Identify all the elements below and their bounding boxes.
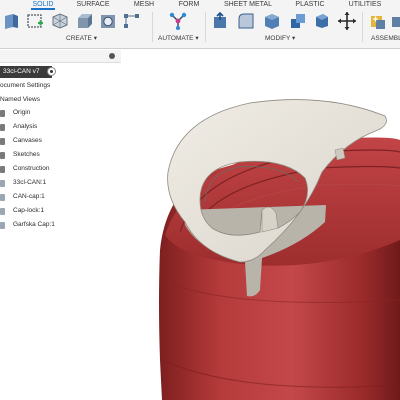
toolbar-separator: [152, 12, 153, 42]
ribbon-toolbar: SOLID SURFACE MESH FORM SHEET METAL PLAS…: [0, 0, 400, 49]
tree-item-sketches[interactable]: Sketches: [13, 150, 40, 160]
shell-icon[interactable]: [262, 11, 282, 31]
3d-viewport[interactable]: [125, 50, 400, 400]
root-component[interactable]: 33cl-CAN v7: [0, 66, 52, 78]
pattern-icon[interactable]: [122, 11, 142, 31]
create-form-icon[interactable]: [50, 11, 70, 31]
component-icon: [0, 208, 5, 215]
modify-group-label[interactable]: MODIFY ▾: [265, 34, 295, 43]
tree-item-origin[interactable]: Origin: [13, 108, 30, 118]
browser-pin-icon[interactable]: [109, 53, 115, 59]
assemble-group-label[interactable]: ASSEMBL: [371, 34, 400, 43]
new-component-assemble-icon[interactable]: [368, 11, 388, 31]
hole-icon[interactable]: [98, 11, 118, 31]
tree-item-can-cap[interactable]: CAN-cap:1: [13, 192, 45, 202]
joint-icon[interactable]: [392, 11, 400, 31]
component-icon: [0, 194, 5, 201]
new-component-icon[interactable]: [2, 11, 22, 31]
tree-item-garfska-cap[interactable]: Garfska Cap:1: [13, 220, 55, 230]
browser-header: [0, 50, 121, 63]
extrude-icon[interactable]: [74, 11, 94, 31]
tab-utilities[interactable]: UTILITIES: [346, 0, 384, 9]
toolbar-separator: [205, 12, 206, 42]
active-tab-indicator: [31, 8, 55, 10]
tree-item-canvases[interactable]: Canvases: [13, 136, 42, 146]
tab-form[interactable]: FORM: [176, 0, 202, 9]
activate-radio-icon[interactable]: [47, 67, 56, 76]
tree-item-named-views[interactable]: Named Views: [0, 95, 40, 105]
tree-item-cap-lock[interactable]: Cap-lock:1: [13, 206, 44, 216]
create-group-label[interactable]: CREATE ▾: [66, 34, 97, 43]
folder-icon: [0, 110, 5, 117]
tree-item-33cl-can[interactable]: 33cl-CAN:1: [13, 178, 46, 188]
tab-mesh[interactable]: MESH: [131, 0, 157, 9]
tree-item-document-settings[interactable]: ocument Settings: [0, 81, 50, 91]
scale-icon[interactable]: [312, 11, 332, 31]
tree-item-construction[interactable]: Construction: [13, 164, 50, 174]
move-icon[interactable]: [337, 11, 357, 31]
toolbar-separator: [362, 12, 363, 42]
automate-group-label[interactable]: AUTOMATE ▾: [158, 34, 199, 43]
tree-item-analysis[interactable]: Analysis: [13, 122, 37, 132]
component-icon: [0, 180, 5, 187]
create-sketch-icon[interactable]: [25, 11, 45, 31]
automate-icon[interactable]: [168, 11, 188, 31]
combine-icon[interactable]: [288, 11, 308, 31]
tab-plastic[interactable]: PLASTIC: [294, 0, 326, 9]
fillet-icon[interactable]: [236, 11, 256, 31]
folder-icon: [0, 138, 5, 145]
component-icon: [0, 222, 5, 229]
press-pull-icon[interactable]: [210, 11, 230, 31]
folder-icon: [0, 166, 5, 173]
tab-sheet-metal[interactable]: SHEET METAL: [222, 0, 274, 9]
folder-icon: [0, 152, 5, 159]
folder-icon: [0, 124, 5, 131]
tab-surface[interactable]: SURFACE: [74, 0, 112, 9]
